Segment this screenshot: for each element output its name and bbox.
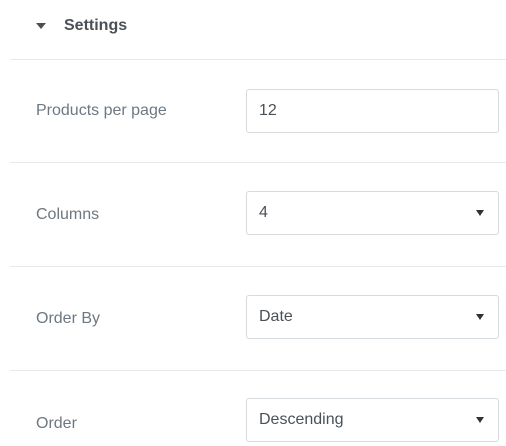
columns-value: 4 — [259, 204, 268, 221]
order-label: Order — [36, 415, 77, 432]
columns-label: Columns — [36, 206, 100, 223]
order-value: Descending — [259, 411, 344, 428]
divider — [10, 266, 506, 267]
products-per-page-value: 12 — [259, 102, 277, 119]
order-select[interactable]: Descending — [246, 398, 499, 442]
caret-down-icon — [36, 23, 46, 29]
divider — [10, 59, 506, 60]
divider — [10, 370, 506, 371]
columns-select[interactable]: 4 — [246, 191, 499, 235]
order-by-value: Date — [259, 308, 293, 325]
order-by-select[interactable]: Date — [246, 295, 499, 339]
products-per-page-label: Products per page — [36, 102, 167, 119]
settings-section-toggle[interactable]: Settings — [36, 12, 127, 40]
section-title: Settings — [64, 17, 128, 34]
order-by-label: Order By — [36, 310, 101, 327]
products-per-page-input[interactable]: 12 — [246, 89, 499, 133]
dropdown-arrow-icon — [476, 210, 484, 216]
divider — [10, 162, 506, 163]
dropdown-arrow-icon — [476, 417, 484, 423]
dropdown-arrow-icon — [476, 314, 484, 320]
